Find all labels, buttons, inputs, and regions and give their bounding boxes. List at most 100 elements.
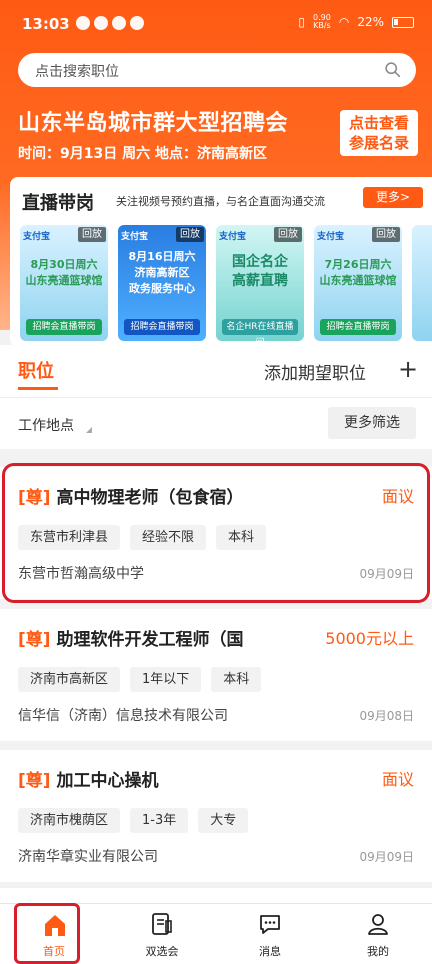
job-tags: 东营市利津县 经验不限 本科 xyxy=(18,525,267,550)
job-tag: 1年以下 xyxy=(130,667,202,692)
live-thumb[interactable]: 支付宝 回放 8月30日周六 山东亮通篮球馆 招聘会直播带岗 xyxy=(20,225,108,341)
job-salary: 面议 xyxy=(381,487,414,506)
app-notification-icon xyxy=(76,16,90,30)
thumb-footer: 招聘会直播带岗 xyxy=(26,319,102,335)
nav-job-fair[interactable]: 双选会 xyxy=(108,904,216,964)
view-exhibitors-button[interactable]: 点击查看 参展名录 xyxy=(340,110,418,156)
job-date: 09月09日 xyxy=(359,567,414,581)
thumb-tag: 支付宝 xyxy=(121,232,149,242)
location-filter[interactable]: 工作地点 xyxy=(18,415,74,435)
job-title-text: 高中物理老师（包食宿） xyxy=(56,488,244,508)
nav-home[interactable]: 首页 xyxy=(0,904,108,964)
thumb-tag: 支付宝 xyxy=(219,232,247,242)
profile-icon xyxy=(368,914,388,935)
job-card-partial[interactable] xyxy=(0,888,432,903)
live-thumb[interactable]: 支付宝 回放 7月26日周六 山东亮通篮球馆 招聘会直播带岗 xyxy=(314,225,402,341)
job-tag: 大专 xyxy=(198,808,249,833)
job-company: 信华信（济南）信息技术有限公司 xyxy=(18,708,228,724)
job-title: [尊] 高中物理老师（包食宿） xyxy=(18,483,298,508)
thumb-tag: 支付宝 xyxy=(23,232,51,242)
premium-badge: [尊] xyxy=(18,771,51,791)
filter-bar: 工作地点 更多筛选 xyxy=(0,397,432,449)
view-exhibitors-line2: 参展名录 xyxy=(348,134,409,152)
job-tags: 济南市槐荫区 1-3年 大专 xyxy=(18,808,249,833)
job-tabs: 职位 添加期望职位 + xyxy=(0,345,432,397)
app-notification-icon xyxy=(130,16,144,30)
nav-messages[interactable]: 消息 xyxy=(216,904,324,964)
job-salary: 面议 xyxy=(381,770,414,789)
wifi-icon: ◠ xyxy=(338,15,350,29)
job-title-text: 助理软件开发工程师（国 xyxy=(56,630,244,650)
job-tag: 济南市高新区 xyxy=(18,667,121,692)
notification-icons xyxy=(76,16,144,30)
live-description: 关注视频号预约直播，与名企直面沟通交流 xyxy=(116,195,325,208)
thumb-text: 8月16日周六 济南高新区 政务服务中心 xyxy=(128,250,196,295)
job-card[interactable]: [尊] 高中物理老师（包食宿） 面议 东营市利津县 经验不限 本科 东营市哲瀚高级… xyxy=(0,467,432,599)
active-tab-indicator xyxy=(18,387,58,390)
search-placeholder: 点击搜索职位 xyxy=(35,64,119,80)
replay-badge: 回放 xyxy=(274,227,302,242)
job-company: 济南华章实业有限公司 xyxy=(18,849,158,865)
job-fair-title: 山东半岛城市群大型招聘会 xyxy=(18,111,289,136)
thumb-footer: 招聘会直播带岗 xyxy=(124,319,200,335)
replay-badge: 回放 xyxy=(372,227,400,242)
network-speed: 0.90 KB/s xyxy=(313,13,331,30)
live-thumb-partial[interactable] xyxy=(412,225,432,341)
home-icon xyxy=(45,915,65,936)
replay-badge: 回放 xyxy=(176,227,204,242)
thumb-footer: 名企HR在线直播间 xyxy=(222,319,298,341)
replay-badge: 回放 xyxy=(78,227,106,242)
thumb-footer: 招聘会直播带岗 xyxy=(320,319,396,335)
battery-icon xyxy=(392,16,414,28)
job-tag: 1-3年 xyxy=(130,808,189,833)
job-company: 东营市哲瀚高级中学 xyxy=(18,566,144,582)
message-icon xyxy=(260,915,280,934)
bottom-nav: 首页 双选会 消息 我的 xyxy=(0,903,432,964)
job-tag: 东营市利津县 xyxy=(18,525,121,550)
nav-messages-label: 消息 xyxy=(259,945,281,958)
add-expected-position[interactable]: 添加期望职位 xyxy=(264,359,366,384)
status-bar: 13:03 ▯ 0.90 KB/s ◠ 22% xyxy=(0,0,432,50)
premium-badge: [尊] xyxy=(18,630,51,650)
battery-text: 22% xyxy=(357,15,384,29)
status-time: 13:03 xyxy=(22,15,70,33)
job-salary: 5000元以上 xyxy=(325,629,414,648)
thumb-text: 国企名企 高薪直聘 xyxy=(232,254,288,289)
thumb-text: 8月30日周六 山东亮通篮球馆 xyxy=(25,258,103,287)
job-title-text: 加工中心操机 xyxy=(56,771,159,791)
job-fair-subtitle: 时间：9月13日 周六 地点：济南高新区 xyxy=(18,146,267,162)
nav-job-fair-label: 双选会 xyxy=(145,945,179,958)
job-date: 09月09日 xyxy=(359,850,414,864)
live-thumb[interactable]: 支付宝 回放 8月16日周六 济南高新区 政务服务中心 招聘会直播带岗 xyxy=(118,225,206,341)
job-tags: 济南市高新区 1年以下 本科 xyxy=(18,667,262,692)
live-section: 直播带岗 关注视频号预约直播，与名企直面沟通交流 更多> 支付宝 回放 8月30… xyxy=(10,177,432,347)
job-card[interactable]: [尊] 加工中心操机 面议 济南市槐荫区 1-3年 大专 济南华章实业有限公司 0… xyxy=(0,750,432,882)
premium-badge: [尊] xyxy=(18,488,51,508)
job-title: [尊] 加工中心操机 xyxy=(18,766,298,791)
job-tag: 本科 xyxy=(211,667,262,692)
more-filters-button[interactable]: 更多筛选 xyxy=(328,407,416,439)
nav-home-label: 首页 xyxy=(43,945,65,958)
add-icon[interactable]: + xyxy=(398,355,418,383)
live-thumbnails: 支付宝 回放 8月30日周六 山东亮通篮球馆 招聘会直播带岗 支付宝 回放 8月… xyxy=(20,225,432,343)
thumb-text: 7月26日周六 山东亮通篮球馆 xyxy=(319,258,397,287)
search-bar[interactable]: 点击搜索职位 xyxy=(18,53,416,87)
nav-profile-label: 我的 xyxy=(367,945,389,958)
tab-positions[interactable]: 职位 xyxy=(18,357,54,383)
job-title: [尊] 助理软件开发工程师（国 xyxy=(18,625,298,650)
doc-icon xyxy=(152,913,172,935)
nav-profile[interactable]: 我的 xyxy=(324,904,432,964)
dropdown-triangle-icon xyxy=(86,427,92,433)
vibrate-icon: ▯ xyxy=(298,15,306,29)
job-card[interactable]: [尊] 助理软件开发工程师（国 5000元以上 济南市高新区 1年以下 本科 信华… xyxy=(0,609,432,741)
live-title: 直播带岗 xyxy=(22,193,94,214)
app-notification-icon xyxy=(94,16,108,30)
view-exhibitors-line1: 点击查看 xyxy=(348,114,409,132)
status-right: ▯ 0.90 KB/s ◠ 22% xyxy=(298,14,414,30)
live-thumb[interactable]: 支付宝 回放 国企名企 高薪直聘 名企HR在线直播间 xyxy=(216,225,304,341)
job-tag: 济南市槐荫区 xyxy=(18,808,121,833)
tiktok-icon xyxy=(112,16,126,30)
search-icon[interactable] xyxy=(384,61,401,78)
thumb-tag: 支付宝 xyxy=(317,232,345,242)
live-more-button[interactable]: 更多> xyxy=(363,187,423,208)
